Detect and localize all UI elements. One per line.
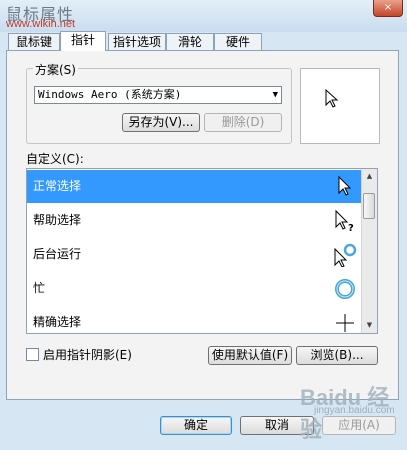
chevron-down-icon: ▼ <box>272 90 278 100</box>
tab-label: 指针选项 <box>112 35 161 49</box>
arrow-cursor-icon <box>338 175 352 196</box>
scroll-thumb[interactable] <box>363 193 375 219</box>
list-item-label: 正常选择 <box>33 179 82 193</box>
customize-label: 自定义(C): <box>26 152 84 166</box>
checkbox-label: 启用指针阴影(E) <box>43 348 132 362</box>
delete-button[interactable]: 删除(D) <box>204 113 282 132</box>
list-item-label: 忙 <box>33 281 46 295</box>
list-item[interactable]: 帮助选择 ? <box>27 204 363 237</box>
scheme-group-label: 方案(S) <box>33 61 78 78</box>
tab-label: 滑轮 <box>177 35 202 49</box>
arrow-cursor-icon <box>325 89 339 108</box>
cursor-preview <box>300 68 380 144</box>
list-scrollbar[interactable]: ▲ ▼ <box>361 169 377 333</box>
tab-wheel[interactable]: 滑轮 <box>166 33 214 50</box>
list-item-label: 后台运行 <box>33 247 82 261</box>
checkbox-box[interactable] <box>26 348 39 361</box>
site-watermark: www.wikih.net <box>6 18 76 30</box>
list-item-label: 精确选择 <box>33 315 82 329</box>
help-select-cursor-icon: ? <box>335 209 354 233</box>
list-item-label: 帮助选择 <box>33 213 82 227</box>
tab-label: 硬件 <box>225 35 250 49</box>
cursor-list[interactable]: 正常选择 帮助选择 ? 后台运行 忙 精确选择 ▲ ▼ <box>26 168 378 334</box>
tab-pointers[interactable]: 指针 <box>60 31 106 51</box>
tab-label: 鼠标键 <box>15 35 52 49</box>
svg-text:?: ? <box>348 223 354 233</box>
pointer-shadow-checkbox[interactable]: 启用指针阴影(E) <box>26 346 132 363</box>
scroll-down-icon[interactable]: ▼ <box>362 318 377 333</box>
tab-label: 指针 <box>70 33 95 47</box>
list-item[interactable]: 后台运行 <box>27 238 363 271</box>
scheme-dropdown[interactable]: Windows Aero (系统方案) ▼ <box>34 86 282 104</box>
browse-button[interactable]: 浏览(B)... <box>296 346 378 365</box>
scheme-selected-value: Windows Aero (系统方案) <box>38 88 182 101</box>
baidu-watermark-url: jingyan.baidu.com <box>314 405 395 416</box>
list-item[interactable]: 忙 <box>27 272 363 305</box>
list-item[interactable]: 正常选择 <box>27 170 363 203</box>
ok-button[interactable]: 确定 <box>160 416 232 435</box>
working-in-background-cursor-icon <box>334 243 357 267</box>
busy-cursor-icon <box>335 279 355 299</box>
tab-hardware[interactable]: 硬件 <box>214 33 262 50</box>
tab-pointer-options[interactable]: 指针选项 <box>108 33 166 50</box>
scheme-group <box>26 68 292 144</box>
save-as-button[interactable]: 另存为(V)... <box>122 113 200 132</box>
list-item[interactable]: 精确选择 <box>27 306 363 333</box>
scroll-up-icon[interactable]: ▲ <box>362 169 377 184</box>
precision-select-cursor-icon <box>336 314 354 332</box>
close-icon: × <box>383 2 393 13</box>
tab-mouse-buttons[interactable]: 鼠标键 <box>8 33 60 50</box>
close-button[interactable]: × <box>373 0 403 17</box>
title-bar: 鼠标属性 www.wikih.net × <box>0 0 407 32</box>
use-default-button[interactable]: 使用默认值(F) <box>208 346 292 365</box>
